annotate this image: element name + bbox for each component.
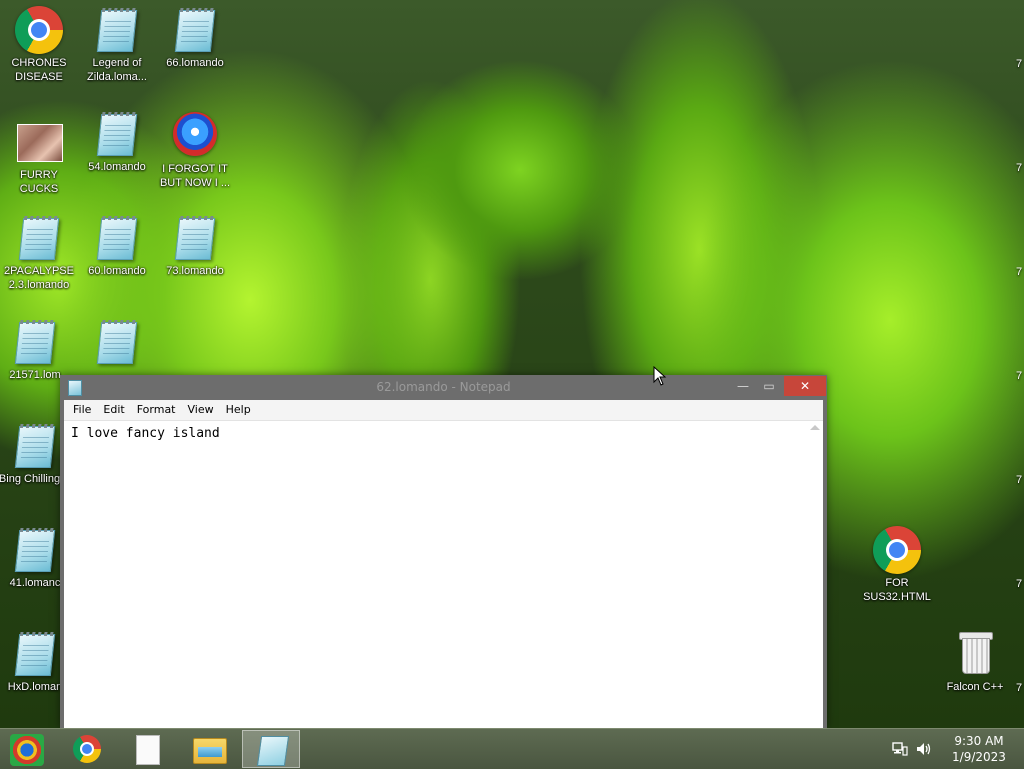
desktop-icon-21571[interactable]: 21571.lom	[0, 318, 74, 382]
taskbar: 9:30 AM 1/9/2023	[0, 728, 1024, 769]
chrome-icon	[73, 735, 101, 763]
chrome-icon	[15, 6, 63, 54]
desktop-icon-66[interactable]: 66.lomando	[156, 6, 234, 70]
clipped-icon-label: 7	[1016, 162, 1023, 174]
taskbar-notepad-button[interactable]	[242, 730, 300, 768]
notepad-file-icon	[14, 426, 56, 468]
window-title: 62.lomando - Notepad	[376, 380, 511, 394]
window-title-bar[interactable]: 62.lomando - Notepad — ▭ ✕	[60, 375, 827, 399]
desktop-icon-60[interactable]: 60.lomando	[78, 214, 156, 278]
image-file-icon	[17, 124, 63, 162]
desktop-icon-label: FOR SUS32.HTML	[863, 577, 931, 603]
start-icon	[10, 734, 44, 766]
notepad-file-icon	[96, 218, 138, 260]
menu-file[interactable]: File	[67, 400, 97, 420]
desktop-icon-label: 73.lomando	[166, 265, 224, 277]
desktop-icon-2pacalypse[interactable]: 2PACALYPSE 2.3.lomando	[0, 214, 78, 292]
desktop-icon-label: CHRONES DISEASE	[11, 57, 67, 83]
notepad-file-icon	[14, 322, 56, 364]
taskbar-file-button[interactable]	[118, 730, 176, 768]
clock-date: 1/9/2023	[952, 750, 1006, 764]
desktop-icon-legend-of-zilda[interactable]: Legend of Zilda.loma...	[78, 6, 156, 84]
clipped-icon-label: 7	[1016, 474, 1023, 486]
desktop-icon-label: FURRY CUCKS	[19, 169, 59, 195]
notepad-file-icon	[18, 218, 60, 260]
menu-view[interactable]: View	[182, 400, 220, 420]
chrome-icon	[873, 526, 921, 574]
taskbar-explorer-button[interactable]	[180, 730, 238, 768]
desktop-icon-label: 66.lomando	[166, 57, 224, 69]
notepad-file-icon	[96, 10, 138, 52]
maximize-button[interactable]: ▭	[756, 376, 782, 396]
notepad-file-icon	[174, 10, 216, 52]
mouse-cursor-icon	[653, 366, 667, 386]
clipped-icon-label: 7	[1016, 58, 1023, 70]
notepad-icon	[256, 736, 290, 766]
recycle-bin-icon	[959, 632, 993, 674]
clock-time: 9:30 AM	[954, 734, 1004, 748]
desktop-icon-falcon-cpp[interactable]: Falcon C++	[936, 630, 1014, 694]
close-button[interactable]: ✕	[784, 376, 826, 396]
clipped-icon-label: 7	[1016, 370, 1023, 382]
clipped-icon-label: 7	[1016, 266, 1023, 278]
start-button[interactable]	[0, 730, 58, 768]
file-explorer-icon	[193, 738, 227, 764]
gem-app-icon	[173, 112, 217, 156]
menu-format[interactable]: Format	[131, 400, 182, 420]
menu-help[interactable]: Help	[220, 400, 257, 420]
network-icon[interactable]	[892, 742, 908, 756]
menu-bar: File Edit Format View Help	[64, 400, 823, 421]
menu-edit[interactable]: Edit	[97, 400, 130, 420]
notepad-file-icon	[96, 114, 138, 156]
desktop-icon-label: 60.lomando	[88, 265, 146, 277]
notepad-window[interactable]: 62.lomando - Notepad — ▭ ✕ File Edit Forma…	[60, 375, 827, 728]
desktop-icon-chrones-disease[interactable]: CHRONES DISEASE	[0, 6, 78, 84]
notepad-file-icon	[14, 634, 56, 676]
vertical-scrollbar[interactable]	[806, 421, 823, 728]
volume-icon[interactable]	[916, 742, 932, 756]
scroll-up-arrow-icon[interactable]	[810, 425, 820, 430]
desktop-icon-for-sus32[interactable]: FOR SUS32.HTML	[858, 526, 936, 604]
taskbar-chrome-button[interactable]	[58, 730, 116, 768]
desktop-icon-label: I FORGOT IT BUT NOW I ...	[159, 163, 231, 189]
text-editor-area[interactable]: I love fancy island	[64, 421, 823, 728]
desktop-icon-73[interactable]: 73.lomando	[156, 214, 234, 278]
notepad-file-icon	[96, 322, 138, 364]
desktop-icon-label: Falcon C++	[946, 681, 1004, 693]
editor-text[interactable]: I love fancy island	[71, 426, 220, 441]
notepad-file-icon	[14, 530, 56, 572]
desktop-icon-i-forgot-it[interactable]: I FORGOT IT BUT NOW I ...	[156, 112, 234, 190]
clipped-icon-label: 7	[1016, 682, 1023, 694]
file-icon	[136, 735, 160, 765]
notepad-file-icon	[174, 218, 216, 260]
desktop-icon-partially-hidden[interactable]	[78, 318, 156, 368]
desktop-icon-label: 54.lomando	[88, 161, 146, 173]
desktop-icon-54[interactable]: 54.lomando	[78, 110, 156, 174]
desktop-icon-label: 2PACALYPSE 2.3.lomando	[4, 265, 74, 291]
minimize-button[interactable]: —	[730, 376, 756, 396]
system-tray: 9:30 AM 1/9/2023	[888, 729, 1024, 769]
clock[interactable]: 9:30 AM 1/9/2023	[944, 733, 1014, 765]
clipped-icon-label: 7	[1016, 578, 1023, 590]
desktop-icon-furry-cucks[interactable]: FURRY CUCKS	[0, 118, 78, 196]
desktop: CHRONES DISEASE FURRY CUCKS 2PACALYPSE 2…	[0, 0, 1024, 728]
desktop-icon-label: Legend of Zilda.loma...	[87, 57, 147, 83]
